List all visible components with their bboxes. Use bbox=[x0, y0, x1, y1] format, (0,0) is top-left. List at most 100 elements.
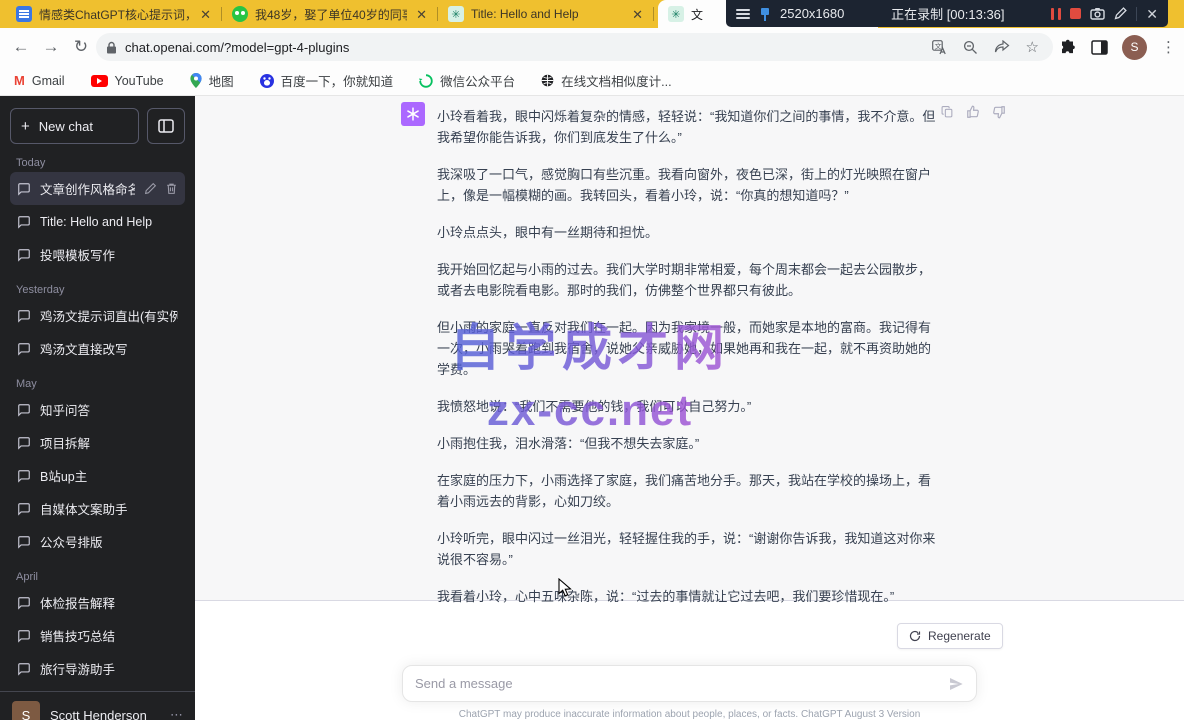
stop-icon[interactable] bbox=[1070, 8, 1081, 19]
doc-icon bbox=[16, 6, 32, 22]
sidebar-item-chat[interactable]: 自媒体文案助手 bbox=[10, 492, 185, 525]
back-icon[interactable]: ← bbox=[6, 37, 36, 57]
translate-icon[interactable]: 文 bbox=[932, 40, 947, 55]
regenerate-button[interactable]: Regenerate bbox=[897, 623, 1003, 649]
section-label-today: Today bbox=[10, 152, 185, 172]
extensions-icon[interactable] bbox=[1060, 39, 1077, 56]
forward-icon[interactable]: → bbox=[36, 37, 66, 57]
chat-bubble-icon bbox=[17, 342, 31, 356]
delete-icon[interactable] bbox=[165, 182, 178, 195]
sidebar-item-chat[interactable]: 鸡汤文提示词直出(有实例) bbox=[10, 299, 185, 332]
sidebar-item-chat[interactable]: B站up主 bbox=[10, 459, 185, 492]
maps-pin-icon bbox=[190, 73, 202, 88]
message-input-container bbox=[402, 665, 977, 702]
tab-title: 情感类ChatGPT核心提示词，快 bbox=[39, 6, 191, 23]
chatgpt-avatar-icon bbox=[401, 102, 425, 126]
menu-icon[interactable] bbox=[736, 9, 750, 19]
copy-icon[interactable] bbox=[941, 105, 954, 119]
message-input[interactable] bbox=[415, 676, 948, 691]
chat-bubble-icon bbox=[17, 662, 31, 676]
send-icon[interactable] bbox=[948, 676, 964, 692]
bookmark-youtube[interactable]: YouTube bbox=[91, 74, 164, 88]
zoom-out-icon[interactable] bbox=[963, 40, 978, 55]
bookmark-maps[interactable]: 地图 bbox=[190, 71, 234, 90]
user-menu[interactable]: S Scott Henderson ⋯ bbox=[0, 691, 195, 720]
sidebar-item-chat[interactable]: 项目拆解 bbox=[10, 426, 185, 459]
chatgpt-icon: ✳ bbox=[448, 6, 464, 22]
chat-bubble-icon bbox=[17, 502, 31, 516]
tab-1[interactable]: 情感类ChatGPT核心提示词，快 ✕ bbox=[6, 0, 221, 28]
bookmarks-bar: M Gmail YouTube 地图 百度一下，你就知道 微信公众平台 在线文档… bbox=[0, 66, 1184, 96]
tab-3[interactable]: ✳ Title: Hello and Help ✕ bbox=[438, 0, 653, 28]
edit-icon[interactable] bbox=[144, 182, 157, 195]
bookmark-baidu[interactable]: 百度一下，你就知道 bbox=[260, 71, 394, 90]
sidebar-item-chat[interactable]: 旅行导游助手 bbox=[10, 652, 185, 685]
reload-icon[interactable]: ↻ bbox=[66, 37, 96, 57]
chat-bubble-icon bbox=[17, 436, 31, 450]
chat-main: 小玲看着我，眼中闪烁着复杂的情感，轻轻说：“我知道你们之间的事情，我不介意。但我… bbox=[195, 96, 1184, 720]
chat-bubble-icon bbox=[17, 403, 31, 417]
sidebar-item-chat[interactable]: 销售技巧总结 bbox=[10, 619, 185, 652]
browser-toolbar: ← → ↻ chat.openai.com/?model=gpt-4-plugi… bbox=[0, 28, 1184, 66]
bookmark-gmail[interactable]: M Gmail bbox=[14, 73, 65, 88]
pencil-icon[interactable] bbox=[1114, 7, 1127, 20]
paragraph: 小雨抱住我，泪水滑落：“但我不想失去家庭。” bbox=[437, 433, 939, 454]
chat-bubble-icon bbox=[17, 182, 31, 196]
sidebar-item-chat[interactable]: 知乎问答 bbox=[10, 393, 185, 426]
sidebar-item-chat[interactable]: 体检报告解释 bbox=[10, 586, 185, 619]
chatgpt-sidebar: + New chat Today 文章创作风格命名：风 Title: Hello… bbox=[0, 96, 195, 720]
browser-tab-strip: 情感类ChatGPT核心提示词，快 ✕ 我48岁，娶了单位40岁的同事， ✕ ✳… bbox=[0, 0, 1184, 28]
sidebar-item-chat[interactable]: 投喂模板写作 bbox=[10, 238, 185, 271]
pin-icon[interactable] bbox=[759, 7, 771, 21]
paragraph: 但小雨的家庭一直反对我们在一起。因为我家境一般，而她家是本地的富商。我记得有一次… bbox=[437, 317, 939, 380]
tab-close-icon[interactable]: ✕ bbox=[198, 8, 213, 21]
profile-avatar[interactable]: S bbox=[1122, 35, 1147, 60]
collapse-sidebar-button[interactable] bbox=[147, 108, 185, 144]
browser-menu-icon[interactable]: ⋮ bbox=[1161, 38, 1176, 56]
assistant-message: 小玲看着我，眼中闪烁着复杂的情感，轻轻说：“我知道你们之间的事情，我不介意。但我… bbox=[195, 96, 1184, 601]
paragraph: 我看着小玲，心中五味杂陈，说：“过去的事情就让它过去吧，我们要珍惜现在。” bbox=[437, 586, 939, 607]
new-chat-button[interactable]: + New chat bbox=[10, 108, 139, 144]
chat-bubble-icon bbox=[17, 248, 31, 262]
tab-close-icon[interactable]: ✕ bbox=[630, 8, 645, 21]
chat-bubble-icon bbox=[17, 309, 31, 323]
sidebar-item-chat[interactable]: Title: Hello and Help bbox=[10, 205, 185, 238]
bookmark-wechat-mp[interactable]: 微信公众平台 bbox=[419, 71, 515, 90]
camera-icon[interactable] bbox=[1090, 7, 1105, 20]
footer-disclaimer: ChatGPT may produce inaccurate informati… bbox=[302, 709, 1077, 720]
screen-recorder-bar: 2520x1680 正在录制 [00:13:36] ✕ bbox=[726, 0, 1168, 27]
recording-resolution: 2520x1680 bbox=[780, 6, 844, 21]
section-label-may: May bbox=[10, 373, 185, 393]
sidebar-item-chat[interactable]: 公众号排版 bbox=[10, 525, 185, 558]
chat-bubble-icon bbox=[17, 215, 31, 229]
close-icon[interactable]: ✕ bbox=[1146, 7, 1158, 21]
chat-bubble-icon bbox=[17, 535, 31, 549]
gmail-icon: M bbox=[14, 73, 25, 88]
paragraph: 在家庭的压力下，小雨选择了家庭，我们痛苦地分手。那天，我站在学校的操场上，看着小… bbox=[437, 470, 939, 512]
share-icon[interactable] bbox=[994, 40, 1010, 54]
thumbs-up-icon[interactable] bbox=[966, 105, 980, 119]
regenerate-icon bbox=[909, 630, 921, 642]
tab-2[interactable]: 我48岁，娶了单位40岁的同事， ✕ bbox=[222, 0, 437, 28]
sidebar-item-chat[interactable]: 文章创作风格命名：风 bbox=[10, 172, 185, 205]
globe-icon bbox=[541, 74, 554, 87]
user-avatar: S bbox=[12, 701, 40, 720]
tab-title: 我48岁，娶了单位40岁的同事， bbox=[255, 6, 407, 23]
svg-text:文: 文 bbox=[934, 41, 941, 50]
side-panel-icon[interactable] bbox=[1091, 40, 1108, 55]
tab-close-icon[interactable]: ✕ bbox=[414, 8, 429, 21]
paragraph: 我深吸了一口气，感觉胸口有些沉重。我看向窗外，夜色已深，街上的灯光映照在窗户上，… bbox=[437, 164, 939, 206]
chat-bubble-icon bbox=[17, 596, 31, 610]
address-bar[interactable]: chat.openai.com/?model=gpt-4-plugins 文 ☆ bbox=[96, 33, 1053, 61]
paragraph: 我开始回忆起与小雨的过去。我们大学时期非常相爱，每个周末都会一起去公园散步，或者… bbox=[437, 259, 939, 301]
bookmark-star-icon[interactable]: ☆ bbox=[1026, 38, 1039, 56]
bookmark-doc-similarity[interactable]: 在线文档相似度计... bbox=[541, 71, 671, 90]
section-label-yesterday: Yesterday bbox=[10, 279, 185, 299]
wechat-icon bbox=[232, 6, 248, 22]
pause-icon[interactable] bbox=[1051, 8, 1061, 20]
chatgpt-icon: ✳ bbox=[668, 6, 684, 22]
paragraph: 小玲看着我，眼中闪烁着复杂的情感，轻轻说：“我知道你们之间的事情，我不介意。但我… bbox=[437, 106, 939, 148]
sidebar-item-chat[interactable]: 鸡汤文直接改写 bbox=[10, 332, 185, 365]
thumbs-down-icon[interactable] bbox=[992, 105, 1006, 119]
section-label-april: April bbox=[10, 566, 185, 586]
